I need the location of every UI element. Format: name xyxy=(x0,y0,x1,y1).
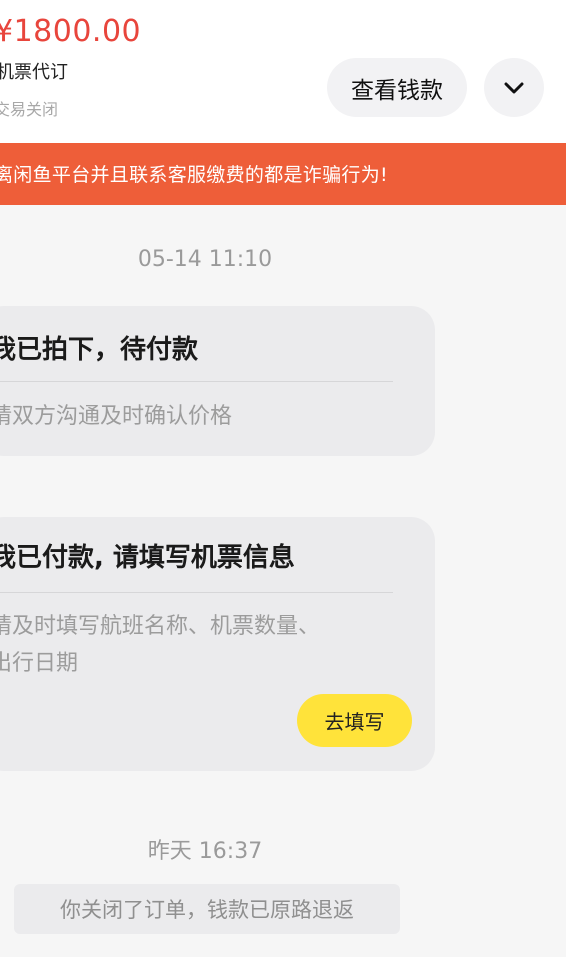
order-closed-notice: 你关闭了订单，钱款已原路退返 xyxy=(14,884,400,934)
chevron-down-icon xyxy=(504,82,524,93)
card-divider xyxy=(0,381,393,382)
expand-button[interactable] xyxy=(484,58,544,117)
fraud-warning-banner: 离闲鱼平台并且联系客服缴费的都是诈骗行为! xyxy=(0,143,566,205)
card-description-line-1: 请及时填写航班名称、机票数量、 xyxy=(0,614,321,639)
product-title[interactable]: 机票代订 xyxy=(0,58,68,84)
order-header: ¥1800.00 机票代订 交易关闭 查看钱款 xyxy=(0,0,566,143)
card-description-line-2: 出行日期 xyxy=(0,651,79,676)
message-timestamp: 昨天 16:37 xyxy=(147,839,263,864)
card-divider xyxy=(0,592,393,593)
order-status: 交易关闭 xyxy=(0,100,59,119)
payment-made-card[interactable]: 我已付款, 请填写机票信息 请及时填写航班名称、机票数量、 出行日期 去填写 xyxy=(0,517,435,771)
fraud-warning-text: 离闲鱼平台并且联系客服缴费的都是诈骗行为! xyxy=(0,164,388,186)
fill-info-button[interactable]: 去填写 xyxy=(297,694,412,747)
order-price: ¥1800.00 xyxy=(0,14,142,49)
view-money-button[interactable]: 查看钱款 xyxy=(327,58,467,117)
card-description: 请双方沟通及时确认价格 xyxy=(0,404,233,429)
card-title: 我已拍下，待付款 xyxy=(0,335,199,365)
message-timestamp: 05-14 11:10 xyxy=(137,247,273,272)
card-title: 我已付款, 请填写机票信息 xyxy=(0,543,295,573)
order-placed-card[interactable]: 我已拍下，待付款 请双方沟通及时确认价格 xyxy=(0,306,435,456)
